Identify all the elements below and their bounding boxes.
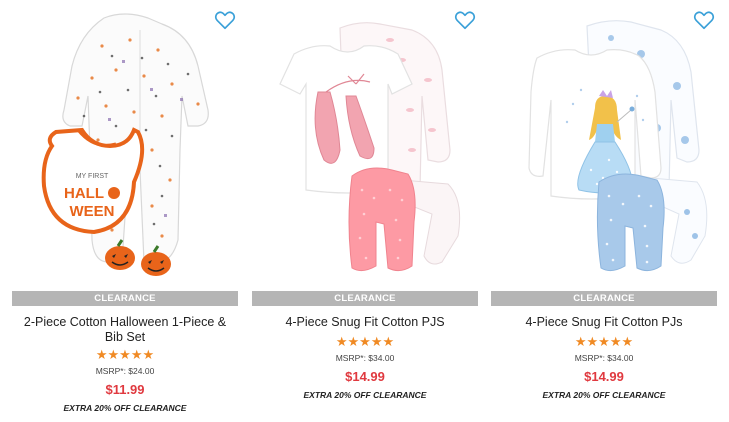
wishlist-heart-icon[interactable] bbox=[214, 9, 236, 31]
wishlist-heart-icon[interactable] bbox=[454, 9, 476, 31]
princess-pajamas-illustration bbox=[528, 20, 708, 272]
msrp-price: MSRP*: $34.00 bbox=[574, 353, 634, 363]
sale-price: $14.99 bbox=[584, 369, 624, 384]
clearance-badge: CLEARANCE bbox=[12, 291, 238, 306]
clearance-badge: CLEARANCE bbox=[491, 291, 717, 306]
promo-text: EXTRA 20% OFF CLEARANCE bbox=[63, 403, 187, 413]
product-image-ballet-pjs[interactable] bbox=[252, 0, 478, 285]
product-card[interactable]: CLEARANCE 4-Piece Snug Fit Cotton PJS ★★… bbox=[252, 0, 478, 422]
bib-text-mid: HALL bbox=[64, 185, 104, 202]
promo-text: EXTRA 20% OFF CLEARANCE bbox=[303, 390, 427, 400]
product-name-link[interactable]: 4-Piece Snug Fit Cotton PJs bbox=[493, 315, 715, 330]
wishlist-heart-icon[interactable] bbox=[693, 9, 715, 31]
product-name-link[interactable]: 2-Piece Cotton Halloween 1-Piece & Bib S… bbox=[14, 315, 236, 345]
bib-text-bottom: WEEN bbox=[70, 203, 115, 220]
sale-price: $14.99 bbox=[345, 369, 385, 384]
msrp-price: MSRP*: $24.00 bbox=[95, 366, 155, 376]
product-card[interactable]: MY FIRST HALL WEEN CLEARANCE 2-Piece Cot… bbox=[12, 0, 238, 422]
rating-stars[interactable]: ★★★★★ bbox=[491, 335, 717, 348]
clearance-badge: CLEARANCE bbox=[252, 291, 478, 306]
ballet-pajamas-illustration bbox=[279, 22, 461, 272]
product-name-link[interactable]: 4-Piece Snug Fit Cotton PJS bbox=[254, 315, 476, 330]
product-image-halloween-set[interactable]: MY FIRST HALL WEEN bbox=[12, 0, 238, 285]
bib-text-top: MY FIRST bbox=[76, 173, 109, 180]
rating-stars[interactable]: ★★★★★ bbox=[252, 335, 478, 348]
product-image-princess-pjs[interactable] bbox=[491, 0, 717, 285]
rating-stars[interactable]: ★★★★★ bbox=[12, 348, 238, 361]
msrp-price: MSRP*: $34.00 bbox=[335, 353, 395, 363]
promo-text: EXTRA 20% OFF CLEARANCE bbox=[542, 390, 666, 400]
sale-price: $11.99 bbox=[105, 382, 145, 397]
halloween-onesie-bib-illustration: MY FIRST HALL WEEN bbox=[41, 13, 209, 276]
product-card[interactable]: CLEARANCE 4-Piece Snug Fit Cotton PJs ★★… bbox=[491, 0, 717, 422]
